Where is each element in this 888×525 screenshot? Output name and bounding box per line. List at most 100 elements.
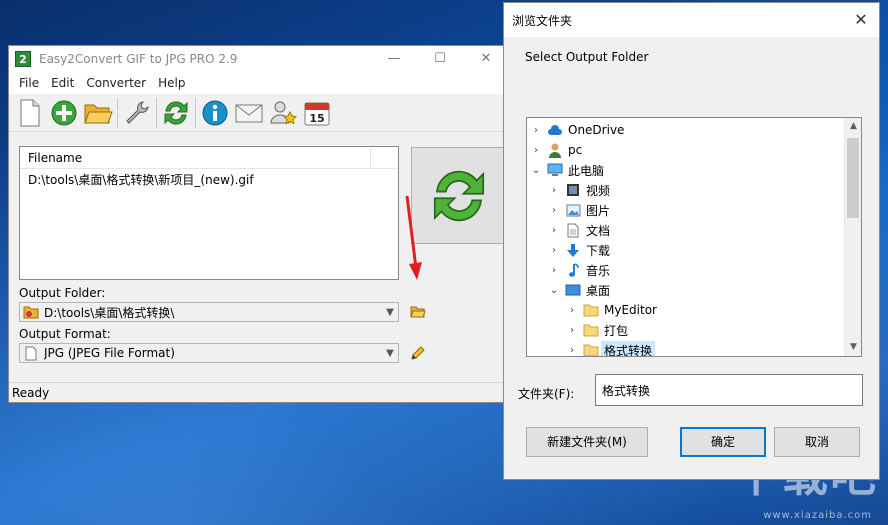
user-star-icon [270, 101, 298, 124]
new-file-icon [20, 99, 40, 126]
tree-scrollbar[interactable]: ▲ ▼ [844, 118, 861, 356]
convert-button[interactable] [411, 147, 507, 244]
add-icon [51, 100, 77, 125]
settings-button[interactable] [120, 96, 154, 130]
tree-item-label: 音乐 [586, 263, 611, 278]
menu-edit[interactable]: Edit [45, 76, 80, 90]
scroll-thumb[interactable] [847, 138, 859, 218]
refresh-convert-icon [164, 100, 188, 125]
status-bar: Ready [9, 382, 509, 402]
cancel-button[interactable]: 取消 [774, 427, 860, 457]
output-folder-value: D:\tools\桌面\格式转换\ [44, 305, 175, 320]
file-list-header[interactable]: Filename [20, 147, 398, 169]
dialog-title: 浏览文件夹 [512, 13, 573, 28]
tree-item-pictures[interactable]: › 图片 [549, 200, 610, 220]
calendar-day: 15 [309, 112, 324, 125]
folder-icon [583, 342, 599, 356]
scroll-down-icon[interactable]: ▼ [845, 339, 861, 356]
chevron-right-icon[interactable]: › [531, 125, 541, 136]
add-file-button[interactable] [47, 96, 81, 130]
tree-item-label: pc [568, 143, 583, 157]
tree-item-label: 图片 [586, 203, 611, 218]
annotation-arrow [405, 195, 422, 280]
tree-item-pc[interactable]: › pc [531, 140, 582, 160]
register-button[interactable] [266, 96, 300, 130]
calendar-button[interactable]: 15 [300, 96, 334, 130]
dialog-titlebar[interactable]: 浏览文件夹 ✕ [504, 3, 879, 37]
pencil-icon [411, 346, 425, 360]
email-button[interactable] [232, 96, 266, 130]
user-icon [547, 142, 563, 158]
chevron-right-icon[interactable]: › [549, 205, 559, 216]
chevron-right-icon[interactable]: › [549, 185, 559, 196]
folder-heart-icon [23, 304, 39, 320]
chevron-right-icon[interactable]: › [549, 225, 559, 236]
output-format-value: JPG (JPEG File Format) [44, 346, 175, 360]
file-icon [23, 345, 39, 361]
app-logo-icon: 2 [15, 51, 31, 67]
tree-item-label: 桌面 [586, 283, 611, 298]
chevron-right-icon[interactable]: › [567, 305, 577, 316]
chevron-down-icon[interactable]: ▼ [382, 348, 398, 359]
tree-item-label: 下载 [586, 243, 611, 258]
chevron-right-icon[interactable]: › [567, 345, 577, 356]
info-icon [202, 100, 228, 125]
settings-wrench-icon [126, 100, 149, 124]
filename-column-header: Filename [28, 151, 83, 165]
ok-button[interactable]: 确定 [680, 427, 766, 457]
chevron-right-icon[interactable]: › [531, 145, 541, 156]
info-button[interactable] [198, 96, 232, 130]
maximize-button[interactable]: ☐ [417, 46, 463, 72]
menu-help[interactable]: Help [152, 76, 191, 90]
browse-folder-dialog: 浏览文件夹 ✕ Select Output Folder › OneDrive … [503, 2, 880, 480]
chevron-right-icon[interactable]: › [549, 245, 559, 256]
tree-item-music[interactable]: › 音乐 [549, 260, 610, 280]
open-folder-icon [410, 306, 426, 318]
chevron-down-icon[interactable]: ▼ [382, 307, 398, 318]
tree-item-myeditor[interactable]: › MyEditor [567, 300, 657, 320]
document-icon [565, 222, 581, 238]
toolbar: 15 [9, 94, 509, 132]
browse-folder-button[interactable] [409, 303, 427, 321]
output-folder-combo[interactable]: D:\tools\桌面\格式转换\ ▼ [19, 302, 399, 322]
tree-item-this-pc[interactable]: ⌄ 此电脑 [531, 160, 604, 180]
chevron-right-icon[interactable]: › [549, 265, 559, 276]
toolbar-separator [117, 97, 118, 128]
app-title: Easy2Convert GIF to JPG PRO 2.9 [39, 52, 238, 66]
tree-item-onedrive[interactable]: › OneDrive [531, 120, 624, 140]
menu-file[interactable]: File [13, 76, 45, 90]
new-file-button[interactable] [13, 96, 47, 130]
tree-item-documents[interactable]: › 文档 [549, 220, 610, 240]
dialog-close-button[interactable]: ✕ [843, 3, 879, 37]
folder-icon [583, 302, 599, 318]
scroll-up-icon[interactable]: ▲ [845, 118, 861, 135]
toolbar-separator [156, 97, 157, 128]
menu-converter[interactable]: Converter [80, 76, 152, 90]
file-list[interactable]: Filename D:\tools\桌面\格式转换\新项目_(new).gif [19, 146, 399, 280]
folder-name-input[interactable] [595, 374, 863, 406]
chevron-down-icon[interactable]: ⌄ [531, 165, 541, 176]
tree-item-label: 格式转换 [601, 340, 656, 356]
tree-item-dabao[interactable]: › 打包 [567, 320, 628, 340]
tree-item-label: 文档 [586, 223, 611, 238]
tree-item-format-convert[interactable]: › 格式转换 [567, 340, 656, 356]
tree-item-label: OneDrive [568, 123, 625, 137]
new-folder-button[interactable]: 新建文件夹(M) [526, 427, 648, 457]
app-titlebar[interactable]: 2 Easy2Convert GIF to JPG PRO 2.9 — ☐ ✕ [9, 46, 509, 72]
chevron-down-icon[interactable]: ⌄ [549, 285, 559, 296]
folder-tree[interactable]: › OneDrive › pc ⌄ 此电脑 › 视频 › 图片 › 文档 › 下… [526, 117, 862, 357]
tree-item-label: 打包 [604, 323, 629, 338]
format-settings-button[interactable] [409, 344, 427, 362]
cloud-icon [547, 122, 563, 138]
open-folder-button[interactable] [81, 96, 115, 130]
tree-item-label: 视频 [586, 183, 611, 198]
minimize-button[interactable]: — [371, 46, 417, 72]
chevron-right-icon[interactable]: › [567, 325, 577, 336]
tree-item-videos[interactable]: › 视频 [549, 180, 610, 200]
file-list-row[interactable]: D:\tools\桌面\格式转换\新项目_(new).gif [20, 169, 398, 189]
tree-item-desktop[interactable]: ⌄ 桌面 [549, 280, 610, 300]
tree-item-downloads[interactable]: › 下载 [549, 240, 610, 260]
convert-toolbar-button[interactable] [159, 96, 193, 130]
output-format-combo[interactable]: JPG (JPEG File Format) ▼ [19, 343, 399, 363]
desktop-icon [565, 282, 581, 298]
